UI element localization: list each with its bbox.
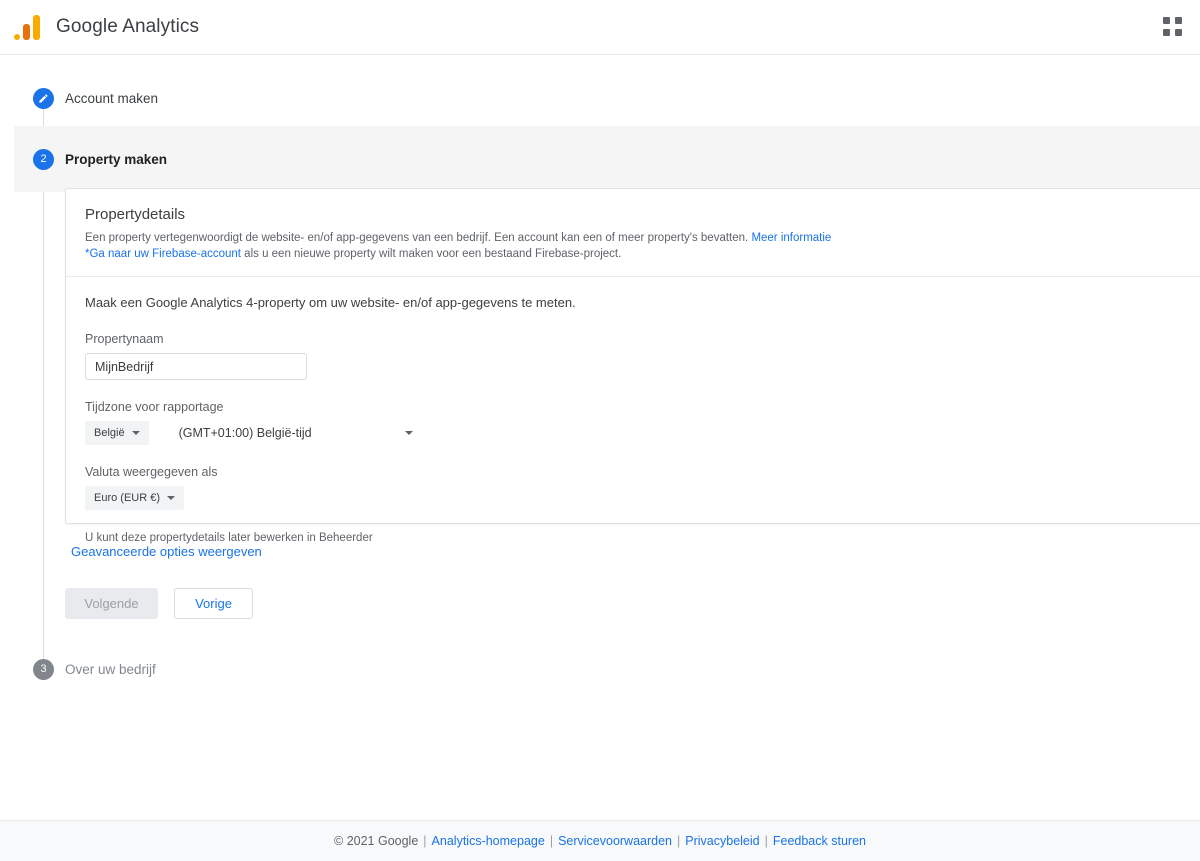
footer-link-privacy[interactable]: Privacybeleid [685, 834, 759, 848]
stepper-item-business[interactable]: 3 Over uw bedrijf [0, 658, 1200, 680]
apps-grid-cell [1175, 17, 1182, 24]
property-details-card: Propertydetails Een property vertegenwoo… [65, 188, 1200, 544]
apps-grid-cell [1175, 29, 1182, 36]
stepper-label-account: Account maken [65, 90, 159, 106]
timezone-country-select[interactable]: België [85, 421, 149, 445]
app-root: Google Analytics Account maken 2 Propert… [0, 0, 1200, 861]
logo-mid-bar-icon [23, 24, 30, 40]
apps-grid-icon[interactable] [1162, 16, 1184, 38]
top-app-bar: Google Analytics [0, 0, 1200, 55]
timezone-value: (GMT+01:00) België-tijd [178, 426, 312, 440]
footer-separator: | [423, 834, 427, 848]
next-button[interactable]: Volgende [65, 588, 158, 619]
timezone-country-value: België [94, 427, 125, 439]
more-info-link[interactable]: Meer informatie [751, 232, 831, 244]
logo-dot-icon [14, 34, 20, 40]
footer-separator: | [677, 834, 681, 848]
analytics-bars-logo [14, 14, 42, 40]
currency-select[interactable]: Euro (EUR €) [85, 486, 185, 510]
logo-tall-bar-icon [33, 15, 40, 40]
property-name-field-block: Propertynaam [85, 332, 1193, 380]
brand-title: Google Analytics [56, 16, 200, 37]
footer-link-analytics-home[interactable]: Analytics-homepage [432, 834, 545, 848]
apps-grid-cell [1163, 29, 1170, 36]
card-header: Propertydetails Een property vertegenwoo… [66, 189, 1200, 277]
firebase-description-rest: als u een nieuwe property wilt maken voo… [244, 248, 622, 260]
wizard-button-row: Volgende Vorige [65, 588, 253, 619]
previous-button[interactable]: Vorige [174, 588, 253, 619]
currency-label: Valuta weergegeven als [85, 465, 218, 479]
card-title: Propertydetails [85, 206, 186, 223]
step-number-badge-2: 2 [33, 148, 54, 170]
pencil-edit-icon [33, 87, 54, 109]
body-intro-text: Maak een Google Analytics 4-property om … [85, 295, 576, 310]
stepper-label-business: Over uw bedrijf [65, 661, 156, 677]
chevron-down-icon [404, 431, 413, 435]
apps-grid-cell [1163, 17, 1170, 24]
currency-field-block: Valuta weergegeven als Euro (EUR €) [85, 465, 1193, 510]
footer-separator: | [549, 834, 554, 848]
edit-later-hint: U kunt deze propertydetails later bewerk… [85, 532, 373, 544]
chevron-down-icon [131, 431, 140, 435]
stepper-item-account[interactable]: Account maken [0, 87, 1200, 109]
footer-link-terms[interactable]: Servicevoorwaarden [558, 834, 672, 848]
card-description-text: Een property vertegenwoordigt de website… [85, 232, 749, 244]
property-name-input[interactable] [85, 353, 307, 380]
footer-link-feedback[interactable]: Feedback sturen [773, 834, 866, 848]
timezone-value-select[interactable]: (GMT+01:00) België-tijd [179, 421, 419, 445]
footer-separator: | [764, 834, 768, 848]
card-description: Een property vertegenwoordigt de website… [85, 230, 1193, 262]
timezone-row: België (GMT+01:00) België-tijd [85, 421, 1193, 445]
step-number-badge-3: 3 [33, 658, 54, 680]
stepper-item-property[interactable]: 2 Property maken [0, 148, 1200, 170]
show-advanced-options-link[interactable]: Geavanceerde opties weergeven [71, 544, 262, 559]
footer-copyright: © 2021 Google [334, 834, 419, 848]
timezone-label: Tijdzone voor rapportage [85, 400, 224, 414]
chevron-down-icon [167, 496, 176, 500]
currency-value: Euro (EUR €) [94, 492, 161, 504]
firebase-account-link[interactable]: *Ga naar uw Firebase-account [85, 248, 241, 260]
property-name-label: Propertynaam [85, 332, 164, 346]
card-body: Maak een Google Analytics 4-property om … [66, 277, 1200, 554]
page-footer: © 2021 Google | Analytics-homepage | Ser… [0, 820, 1200, 861]
stepper-label-property: Property maken [65, 151, 168, 167]
timezone-field-block: Tijdzone voor rapportage België (GMT+01:… [85, 400, 1193, 445]
